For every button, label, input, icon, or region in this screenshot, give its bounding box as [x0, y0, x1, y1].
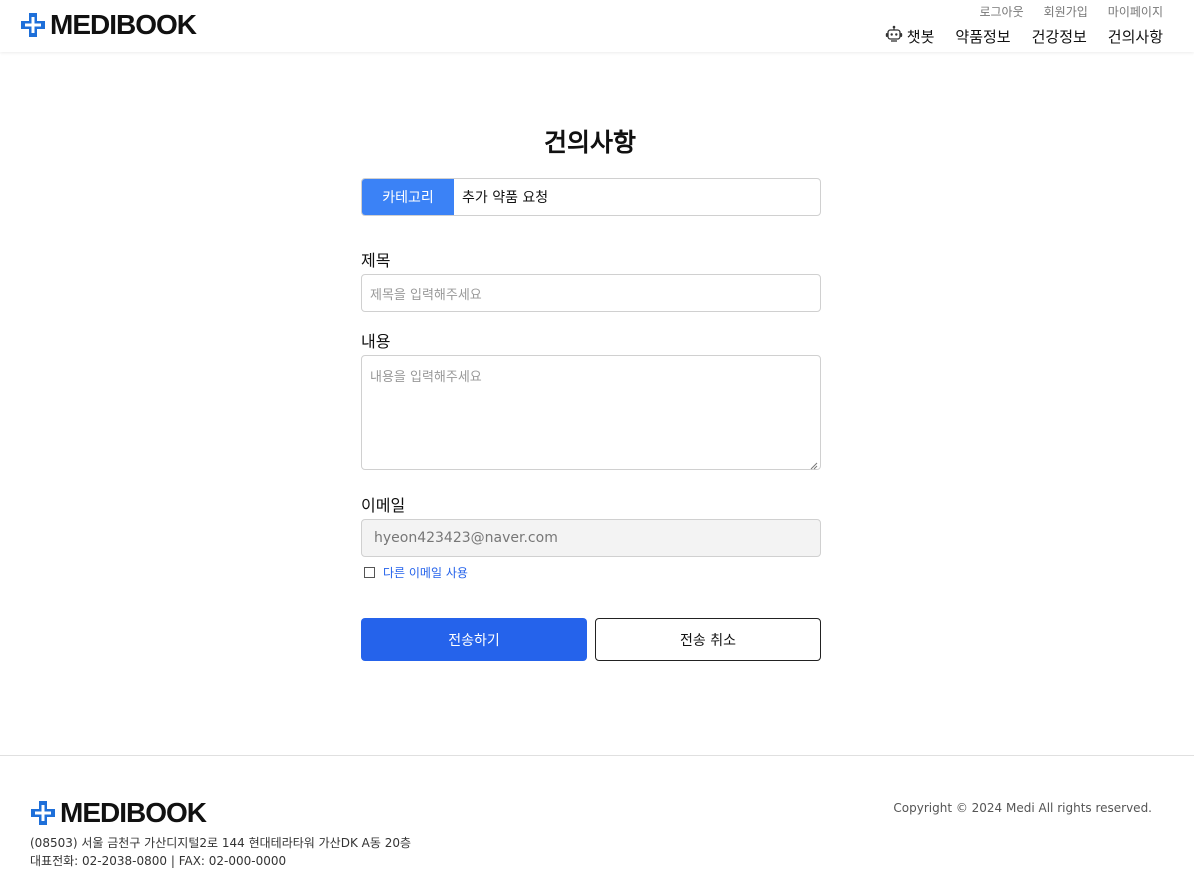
other-email-checkbox[interactable]: [364, 567, 375, 578]
header-logo[interactable]: MEDIBOOK: [20, 9, 197, 40]
submit-button[interactable]: 전송하기: [361, 618, 587, 661]
top-links: 로그아웃 회원가입 마이페이지: [979, 3, 1163, 20]
resize-handle-icon[interactable]: [810, 459, 818, 470]
mypage-link[interactable]: 마이페이지: [1108, 3, 1163, 20]
content-placeholder: 내용을 입력해주세요: [370, 370, 482, 385]
category-label: 카테고리: [362, 179, 454, 215]
content-label: 내용: [361, 332, 391, 351]
medical-cross-icon: [30, 800, 56, 826]
subject-label: 제목: [361, 251, 391, 270]
email-field[interactable]: hyeon423423@naver.com: [361, 519, 821, 557]
logout-link[interactable]: 로그아웃: [979, 3, 1023, 20]
logo-wordmark: MEDIBOOK: [50, 9, 197, 40]
nav-label-chatbot: 챗봇: [906, 27, 935, 46]
content-textarea[interactable]: 내용을 입력해주세요: [361, 355, 821, 470]
other-email-label[interactable]: 다른 이메일 사용: [383, 564, 468, 581]
main-nav: 챗봇 약품정보 건강정보 건의사항: [885, 25, 1163, 47]
other-email-option[interactable]: 다른 이메일 사용: [364, 564, 468, 581]
robot-icon: [885, 25, 903, 47]
medical-cross-icon: [20, 12, 46, 38]
copyright-text: Copyright © 2024 Medi All rights reserve…: [893, 801, 1152, 815]
email-value: hyeon423423@naver.com: [374, 530, 558, 546]
footer-address-block: (08503) 서울 금천구 가산디지털2로 144 현대테라타워 가산DK A…: [30, 834, 411, 870]
email-label: 이메일: [361, 496, 406, 515]
signup-link[interactable]: 회원가입: [1044, 3, 1088, 20]
cancel-button[interactable]: 전송 취소: [595, 618, 821, 661]
nav-item-health-info[interactable]: 건강정보: [1032, 26, 1087, 47]
footer-logo[interactable]: MEDIBOOK: [30, 797, 207, 828]
nav-item-suggestions[interactable]: 건의사항: [1108, 26, 1163, 47]
nav-item-chatbot[interactable]: 챗봇: [885, 25, 935, 47]
category-select[interactable]: 카테고리 추가 약품 요청: [361, 178, 821, 216]
subject-placeholder: 제목을 입력해주세요: [370, 287, 482, 303]
page-title: 건의사항: [543, 128, 636, 157]
footer-contact: 대표전화: 02-2038-0800 | FAX: 02-000-0000: [30, 854, 287, 868]
site-header: MEDIBOOK 로그아웃 회원가입 마이페이지 챗봇 약품정보 건강정보 건의…: [0, 0, 1194, 52]
footer-address: (08503) 서울 금천구 가산디지털2로 144 현대테라타워 가산DK A…: [30, 836, 412, 850]
category-value[interactable]: 추가 약품 요청: [454, 179, 820, 215]
subject-input[interactable]: 제목을 입력해주세요: [361, 274, 821, 312]
site-footer: MEDIBOOK (08503) 서울 금천구 가산디지털2로 144 현대테라…: [0, 755, 1194, 894]
footer-logo-wordmark: MEDIBOOK: [60, 797, 207, 828]
nav-item-drug-info[interactable]: 약품정보: [955, 26, 1010, 47]
